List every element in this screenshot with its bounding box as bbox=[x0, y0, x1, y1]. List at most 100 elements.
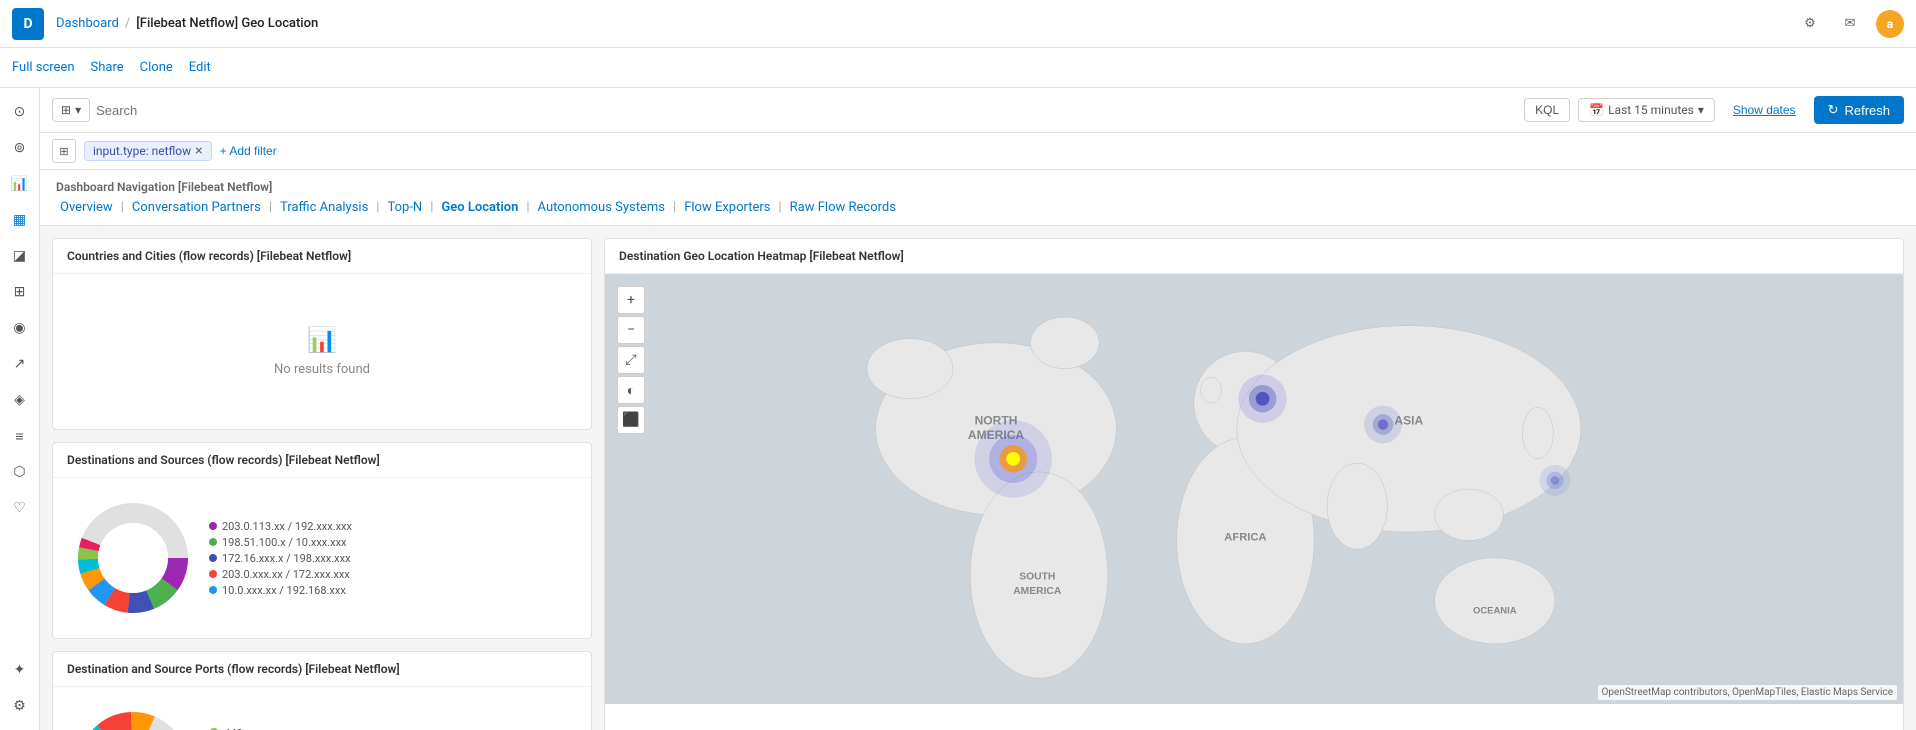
ports-chart: 443 53 3306 bbox=[65, 699, 579, 730]
no-results-countries: 📊 No results found bbox=[65, 286, 579, 417]
donut-chart-destinations bbox=[73, 498, 193, 618]
legend-item-0: 203.0.113.xx / 192.xxx.xxx bbox=[209, 520, 352, 533]
mail-icon[interactable]: ✉ bbox=[1836, 10, 1864, 38]
nav-link-overview[interactable]: Overview bbox=[56, 200, 117, 215]
user-avatar[interactable]: a bbox=[1876, 10, 1904, 38]
maps-icon: ⊞ bbox=[14, 284, 26, 300]
sidebar-item-maps[interactable]: ⊞ bbox=[4, 276, 36, 308]
nav-link-flow-exporters[interactable]: Flow Exporters bbox=[680, 200, 774, 215]
panel-destinations-sources-header: Destinations and Sources (flow records) … bbox=[53, 443, 591, 478]
sidebar-item-settings[interactable]: ⚙ bbox=[4, 690, 36, 722]
panels-container: Countries and Cities (flow records) [Fil… bbox=[40, 226, 1916, 730]
legend-dot-0 bbox=[209, 522, 217, 530]
panel-countries-cities: Countries and Cities (flow records) [Fil… bbox=[52, 238, 592, 430]
zoom-out-button[interactable]: − bbox=[617, 316, 645, 344]
sidebar-item-logs[interactable]: ≡ bbox=[4, 420, 36, 452]
logs-icon: ≡ bbox=[15, 428, 23, 445]
dashboard-nav: Dashboard Navigation [Filebeat Netflow] … bbox=[40, 170, 1916, 226]
sidebar-item-discover[interactable]: ⊚ bbox=[4, 132, 36, 164]
show-dates-button[interactable]: Show dates bbox=[1723, 99, 1806, 121]
filter-left: ⊞ ▾ bbox=[52, 98, 1516, 122]
filter-group-icon[interactable]: ⊞ bbox=[52, 139, 76, 163]
uptime-icon: ♡ bbox=[13, 500, 26, 516]
dashboard-link[interactable]: Dashboard bbox=[56, 16, 119, 31]
time-selector[interactable]: 📅 Last 15 minutes ▾ bbox=[1578, 98, 1715, 122]
fullscreen-link[interactable]: Full screen bbox=[12, 60, 75, 75]
apm-icon: ↗ bbox=[14, 356, 26, 372]
add-filter-button[interactable]: + Add filter bbox=[220, 144, 277, 158]
sidebar-item-dev[interactable]: ✦ bbox=[4, 654, 36, 686]
zoom-in-button[interactable]: + bbox=[617, 286, 645, 314]
sidebar-item-siem[interactable]: ◈ bbox=[4, 384, 36, 416]
clone-link[interactable]: Clone bbox=[140, 60, 173, 75]
hotspot-core-us bbox=[1006, 452, 1020, 466]
dashboard-nav-title: Dashboard Navigation [Filebeat Netflow] bbox=[56, 180, 1900, 194]
nav-link-raw-flow-records[interactable]: Raw Flow Records bbox=[786, 200, 900, 215]
nav-link-conversation-partners[interactable]: Conversation Partners bbox=[128, 200, 265, 215]
donut-chart-ports bbox=[73, 707, 193, 730]
geo-heatmap-header: Destination Geo Location Heatmap [Filebe… bbox=[605, 239, 1903, 274]
hotspot-core-eu bbox=[1256, 392, 1270, 406]
layer-settings-button[interactable]: ◐ bbox=[617, 376, 645, 404]
nav-link-geo-location[interactable]: Geo Location bbox=[437, 200, 522, 215]
filter-dropdown-icon: ▾ bbox=[75, 103, 81, 117]
filter-chip-row: ⊞ input.type: netflow × + Add filter bbox=[40, 133, 1916, 170]
legend-dot-2 bbox=[209, 554, 217, 562]
kql-button[interactable]: KQL bbox=[1524, 98, 1570, 122]
map-attribution: OpenStreetMap contributors, OpenMapTiles… bbox=[1598, 685, 1897, 700]
legend-dot-3 bbox=[209, 570, 217, 578]
sidebar-item-dashboard[interactable]: ▦ bbox=[4, 204, 36, 236]
fullscreen-map-button[interactable]: ⬛ bbox=[617, 406, 645, 434]
filter-chip-close[interactable]: × bbox=[195, 144, 202, 158]
siem-icon: ◈ bbox=[14, 392, 25, 408]
sidebar-item-infra[interactable]: ⬡ bbox=[4, 456, 36, 488]
gear-icon[interactable]: ⚙ bbox=[1796, 10, 1824, 38]
sidebar-item-ml[interactable]: ◉ bbox=[4, 312, 36, 344]
ml-icon: ◉ bbox=[13, 320, 25, 336]
filter-toggle-btn[interactable]: ⊞ ▾ bbox=[52, 98, 90, 122]
legend-label-4: 10.0.xxx.xx / 192.168.xxx bbox=[222, 584, 346, 597]
world-map: NORTH AMERICA SOUTH AMERICA AFRICA ASIA … bbox=[605, 274, 1903, 704]
geo-heatmap-panel: Destination Geo Location Heatmap [Filebe… bbox=[604, 238, 1904, 730]
refresh-button[interactable]: ↻ Refresh bbox=[1814, 96, 1904, 124]
chevron-down-icon: ▾ bbox=[1698, 103, 1704, 117]
visualize-icon: 📊 bbox=[11, 176, 28, 192]
sidebar-item-uptime[interactable]: ♡ bbox=[4, 492, 36, 524]
svg-text:SOUTH: SOUTH bbox=[1019, 571, 1055, 582]
filter-chip-netflow: input.type: netflow × bbox=[84, 141, 212, 161]
destinations-sources-legend: 203.0.113.xx / 192.xxx.xxx 198.51.100.x … bbox=[209, 520, 352, 597]
breadcrumb-current: [Filebeat Netflow] Geo Location bbox=[136, 16, 318, 31]
time-label: Last 15 minutes bbox=[1608, 103, 1694, 117]
panel-countries-cities-header: Countries and Cities (flow records) [Fil… bbox=[53, 239, 591, 274]
top-bar: D Dashboard / [Filebeat Netflow] Geo Loc… bbox=[0, 0, 1916, 48]
nav-link-top-n[interactable]: Top-N bbox=[383, 200, 426, 215]
dev-icon: ✦ bbox=[14, 662, 26, 678]
edit-link[interactable]: Edit bbox=[189, 60, 211, 75]
left-panels: Countries and Cities (flow records) [Fil… bbox=[52, 238, 592, 730]
sidebar-item-visualize[interactable]: 📊 bbox=[4, 168, 36, 200]
search-input[interactable] bbox=[96, 103, 1516, 118]
share-link[interactable]: Share bbox=[91, 60, 124, 75]
sidebar-item-home[interactable]: ⊙ bbox=[4, 96, 36, 128]
sidebar-item-apm[interactable]: ↗ bbox=[4, 348, 36, 380]
fit-bounds-button[interactable]: ⤢ bbox=[617, 346, 645, 374]
map-controls: + − ⤢ ◐ ⬛ bbox=[617, 286, 645, 434]
sidebar-item-canvas[interactable]: ◪ bbox=[4, 240, 36, 272]
legend-label-0: 203.0.113.xx / 192.xxx.xxx bbox=[222, 520, 352, 533]
panel-countries-cities-body: 📊 No results found bbox=[53, 274, 591, 429]
svg-text:OCEANIA: OCEANIA bbox=[1473, 606, 1517, 617]
content-area: ⊞ ▾ KQL 📅 Last 15 minutes ▾ Show dates ↻… bbox=[40, 88, 1916, 730]
legend-label-1: 198.51.100.x / 10.xxx.xxx bbox=[222, 536, 347, 549]
svg-text:AMERICA: AMERICA bbox=[1013, 586, 1062, 597]
nav-link-traffic-analysis[interactable]: Traffic Analysis bbox=[276, 200, 372, 215]
map-container: + − ⤢ ◐ ⬛ bbox=[605, 274, 1903, 704]
breadcrumb: Dashboard / [Filebeat Netflow] Geo Locat… bbox=[56, 16, 318, 31]
filter-chip-label: input.type: netflow bbox=[93, 144, 191, 158]
nav-link-autonomous-systems[interactable]: Autonomous Systems bbox=[534, 200, 669, 215]
dashboard-icon: ▦ bbox=[13, 212, 26, 228]
nav-links: Overview | Conversation Partners | Traff… bbox=[56, 200, 1900, 215]
port-legend-443: 443 bbox=[209, 727, 255, 730]
no-results-text: No results found bbox=[274, 362, 370, 377]
panel-destinations-sources-body: 203.0.113.xx / 192.xxx.xxx 198.51.100.x … bbox=[53, 478, 591, 638]
panel-destinations-sources: Destinations and Sources (flow records) … bbox=[52, 442, 592, 639]
